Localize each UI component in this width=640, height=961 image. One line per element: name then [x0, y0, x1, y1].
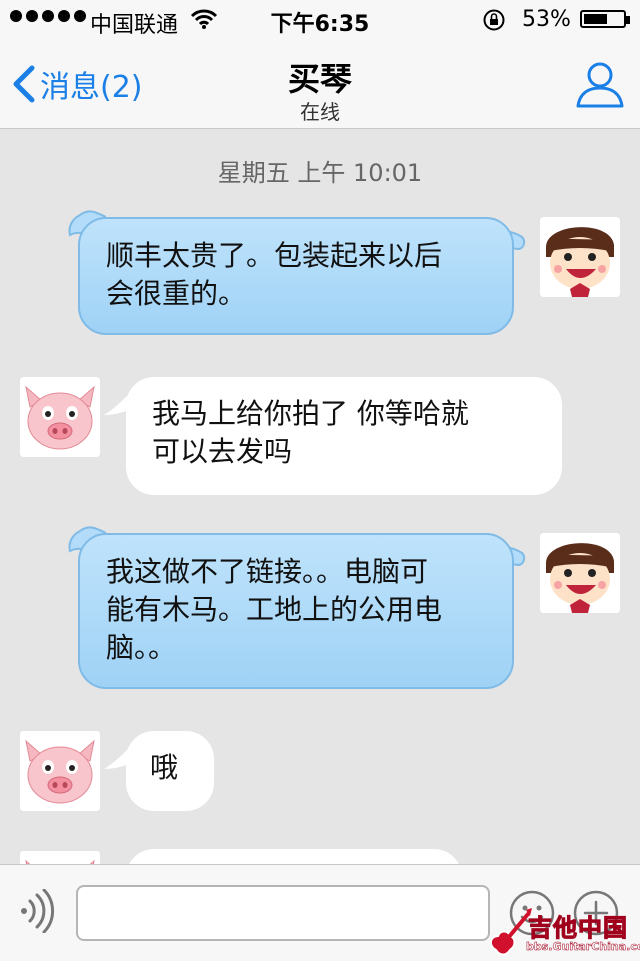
- contact-avatar[interactable]: [20, 731, 100, 811]
- message-line: 可以去发吗: [152, 435, 293, 468]
- message-bubble-received-partial[interactable]: [126, 849, 462, 864]
- contact-avatar[interactable]: [20, 377, 100, 457]
- voice-icon[interactable]: [16, 889, 60, 933]
- chat-area[interactable]: 星期五 上午 10:01 顺丰太贵了。包装起来以后 会很重的。 我马上给你拍了 …: [0, 129, 640, 864]
- my-avatar[interactable]: [540, 533, 620, 613]
- message-line: 我马上给你拍了 你等哈就: [152, 397, 469, 430]
- battery-percent: 53%: [522, 7, 571, 32]
- nav-bar: 消息(2) 买琴 在线: [0, 40, 640, 129]
- contact-avatar[interactable]: [20, 851, 100, 864]
- message-bubble-received[interactable]: 我马上给你拍了 你等哈就 可以去发吗: [126, 377, 562, 495]
- message-bubble-sent[interactable]: 顺丰太贵了。包装起来以后 会很重的。: [78, 217, 514, 335]
- my-avatar[interactable]: [540, 217, 620, 297]
- message-line: 顺丰太贵了。包装起来以后: [106, 239, 443, 272]
- watermark-title: 吉他中国: [528, 914, 628, 943]
- message-line: 我这做不了链接。。电脑可: [106, 555, 429, 588]
- site-watermark: 吉他中国 bbs.GuitarChina.com: [486, 906, 640, 960]
- message-bubble-sent[interactable]: 我这做不了链接。。电脑可 能有木马。工地上的公用电 脑。。: [78, 533, 514, 689]
- message-line: 会很重的。: [106, 277, 247, 310]
- message-line: 哦: [150, 751, 179, 784]
- message-input[interactable]: [76, 885, 490, 941]
- online-status: 在线: [300, 100, 340, 124]
- person-icon[interactable]: [574, 58, 626, 110]
- message-bubble-received[interactable]: 哦: [126, 731, 214, 811]
- pig-avatar-icon: [20, 851, 100, 864]
- pig-avatar-icon: [20, 731, 100, 811]
- message-line: 脑。。: [106, 631, 177, 664]
- message-timestamp: 星期五 上午 10:01: [217, 159, 423, 187]
- watermark-url: bbs.GuitarChina.com: [526, 940, 640, 954]
- battery-icon: [580, 10, 630, 28]
- cartoon-boy-avatar-icon: [540, 217, 620, 297]
- orientation-lock-icon: [483, 9, 505, 31]
- chat-title: 买琴: [287, 60, 352, 98]
- pig-avatar-icon: [20, 377, 100, 457]
- status-bar: 中国联通 下午6:35 53%: [0, 0, 640, 40]
- cartoon-boy-avatar-icon: [540, 533, 620, 613]
- message-line: 能有木马。工地上的公用电: [106, 593, 443, 626]
